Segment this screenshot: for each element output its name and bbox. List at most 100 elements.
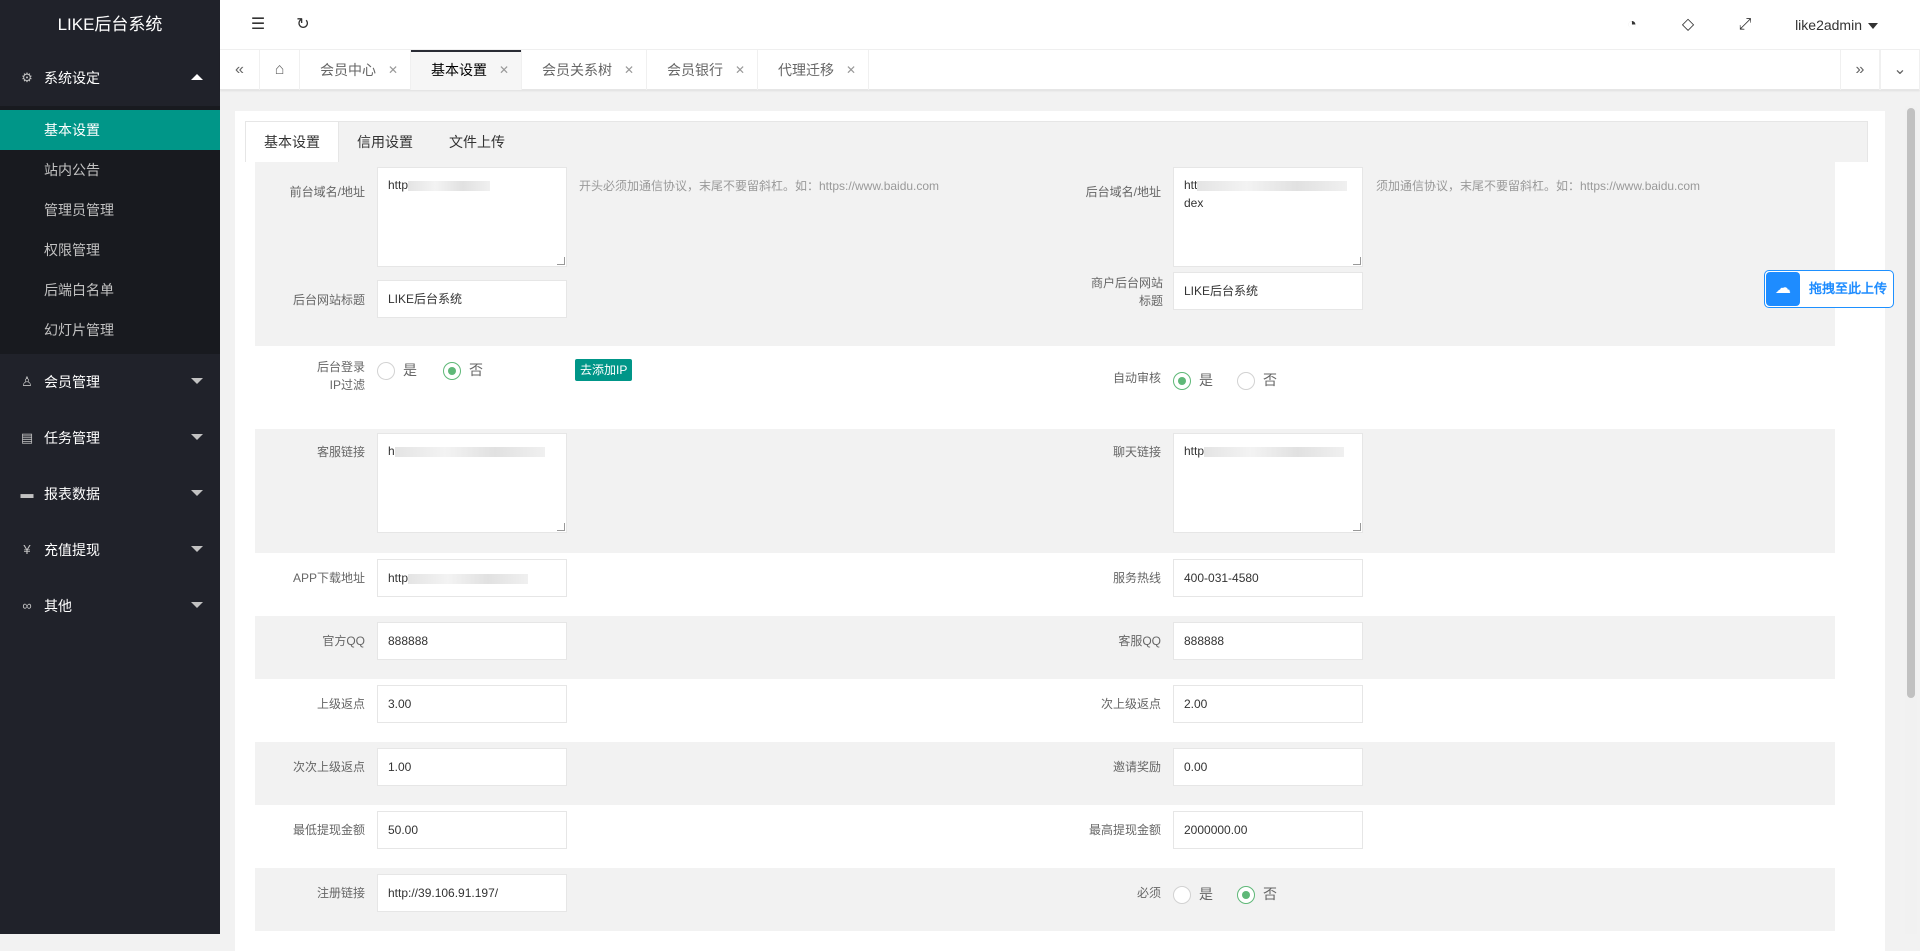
max-withdraw-input[interactable]: 2000000.00 — [1173, 811, 1363, 849]
third-rebate-label: 次次上级返点 — [292, 760, 365, 774]
tabs: 会员中心 ✕ 基本设置 ✕ 会员关系树 ✕ 会员银行 ✕ 代理迁移 ✕ — [300, 50, 869, 90]
sidebar-item-permissions[interactable]: 权限管理 — [0, 230, 220, 270]
second-rebate-input[interactable]: 2.00 — [1173, 685, 1363, 723]
frontend-domain-textarea[interactable]: http — [377, 167, 567, 267]
app-logo: LIKE后台系统 — [0, 0, 220, 50]
resize-handle-icon[interactable] — [1353, 523, 1361, 531]
close-icon[interactable]: ✕ — [388, 50, 398, 90]
resize-handle-icon[interactable] — [557, 257, 565, 265]
upper-rebate-input[interactable]: 3.00 — [377, 685, 567, 723]
sidebar-item-basic-settings[interactable]: 基本设置 — [0, 110, 220, 150]
sidebar-group-reports[interactable]: ▬ 报表数据 — [0, 466, 220, 522]
scrollbar-thumb[interactable] — [1907, 108, 1915, 698]
tab-member-tree[interactable]: 会员关系树 ✕ — [522, 50, 647, 90]
tab-basic-settings[interactable]: 基本设置 ✕ — [411, 50, 522, 90]
redacted-blur — [1204, 446, 1345, 457]
sidebar-submenu: 基本设置 站内公告 管理员管理 权限管理 后端白名单 幻灯片管理 — [0, 106, 220, 354]
redacted-blur — [394, 446, 545, 457]
content-area: 基本设置 信用设置 文件上传 前台域名/地址 http 开头必须加通信协议，末尾… — [220, 91, 1920, 951]
fullscreen-icon[interactable]: ⤢ — [1730, 0, 1760, 50]
theme-icon[interactable]: ◔ — [1617, 0, 1647, 50]
sidebar-group-label: 会员管理 — [44, 374, 100, 390]
app-download-input[interactable]: http — [377, 559, 567, 597]
resize-handle-icon[interactable] — [1353, 257, 1361, 265]
required-yes-radio[interactable]: 是 — [1173, 884, 1213, 905]
required-no-radio[interactable]: 否 — [1237, 884, 1277, 905]
tab-label: 会员关系树 — [542, 62, 612, 78]
chevron-down-icon — [191, 602, 203, 608]
close-icon[interactable]: ✕ — [624, 50, 634, 90]
service-link-value: h — [388, 444, 395, 458]
min-withdraw-input[interactable]: 50.00 — [377, 811, 567, 849]
resize-handle-icon[interactable] — [557, 523, 565, 531]
chevron-down-icon — [191, 378, 203, 384]
form-row: APP下载地址 http 服务热线 400-031-4580 — [255, 553, 1835, 616]
sidebar-group-recharge-withdraw[interactable]: ¥ 充值提现 — [0, 522, 220, 578]
add-ip-button[interactable]: 去添加IP — [575, 359, 633, 381]
home-icon[interactable]: ⌂ — [260, 50, 300, 90]
tabs-menu-chevron-down-icon[interactable]: ⌄ — [1880, 50, 1920, 90]
page-scrollbar[interactable] — [1905, 106, 1917, 934]
radio-label: 否 — [1263, 886, 1277, 902]
frontend-domain-label: 前台域名/地址 — [289, 185, 365, 199]
close-icon[interactable]: ✕ — [499, 50, 509, 90]
close-icon[interactable]: ✕ — [846, 50, 856, 90]
radio-label: 否 — [469, 362, 483, 378]
main-area: ☰ ↻ ◔ ◇ ⤢ like2admin « ⌂ 会员中心 ✕ 基本设置 ✕ 会员关… — [220, 0, 1920, 951]
tab-member-bank[interactable]: 会员银行 ✕ — [647, 50, 758, 90]
frontend-domain-value: http — [388, 178, 409, 192]
backend-domain-textarea[interactable]: htt dex — [1173, 167, 1363, 267]
sidebar-item-backend-whitelist[interactable]: 后端白名单 — [0, 270, 220, 310]
refresh-icon[interactable]: ↻ — [288, 0, 318, 50]
sidebar-item-announcements[interactable]: 站内公告 — [0, 150, 220, 190]
settings-form: 前台域名/地址 http 开头必须加通信协议，末尾不要留斜杠。如：https:/… — [245, 162, 1868, 931]
invite-reward-input[interactable]: 0.00 — [1173, 748, 1363, 786]
backend-domain-value-line2: dex — [1184, 196, 1204, 210]
tabs-scroll-left-icon[interactable]: « — [220, 50, 260, 90]
form-row: 前台域名/地址 http 开头必须加通信协议，末尾不要留斜杠。如：https:/… — [255, 162, 1835, 274]
auto-review-label: 自动审核 — [1112, 371, 1161, 385]
ip-filter-label: 后台登录IP过滤 — [316, 360, 365, 392]
ip-filter-yes-radio[interactable]: 是 — [377, 360, 417, 381]
ip-filter-no-radio[interactable]: 否 — [443, 360, 483, 381]
sidebar-group-other[interactable]: ∞ 其他 — [0, 578, 220, 634]
sidebar-group-system-settings[interactable]: ⚙ 系统设定 — [0, 50, 220, 106]
third-rebate-input[interactable]: 1.00 — [377, 748, 567, 786]
auto-review-no-radio[interactable]: 否 — [1237, 370, 1277, 391]
sidebar-group-members[interactable]: ♙ 会员管理 — [0, 354, 220, 410]
radio-circle — [1173, 886, 1191, 905]
chat-link-value: http — [1184, 444, 1205, 458]
tabs-scroll-right-icon[interactable]: » — [1840, 50, 1880, 90]
tab-file-upload[interactable]: 文件上传 — [431, 122, 523, 162]
user-menu[interactable]: like2admin — [1795, 0, 1878, 50]
gear-icon: ⚙ — [21, 70, 33, 85]
tag-icon[interactable]: ◇ — [1673, 0, 1703, 50]
cloud-upload-icon: ☁ — [1766, 272, 1800, 306]
form-row: 次次上级返点 1.00 邀请奖励 0.00 — [255, 742, 1835, 805]
max-withdraw-label: 最高提现金额 — [1088, 823, 1161, 837]
drag-upload-widget[interactable]: ☁ 拖拽至此上传 — [1764, 270, 1894, 308]
hotline-input[interactable]: 400-031-4580 — [1173, 559, 1363, 597]
sidebar-item-admin-management[interactable]: 管理员管理 — [0, 190, 220, 230]
chat-link-textarea[interactable]: http — [1173, 433, 1363, 533]
sidebar-group-tasks[interactable]: ▤ 任务管理 — [0, 410, 220, 466]
sidebar-item-slides[interactable]: 幻灯片管理 — [0, 310, 220, 350]
register-link-input[interactable]: http://39.106.91.197/ — [377, 874, 567, 912]
merchant-title-input[interactable]: LIKE后台系统 — [1173, 272, 1363, 310]
close-icon[interactable]: ✕ — [735, 50, 745, 90]
form-row: 客服链接 h 聊天链接 http — [255, 429, 1835, 553]
tab-member-center[interactable]: 会员中心 ✕ — [300, 50, 411, 90]
tab-credit[interactable]: 信用设置 — [339, 122, 431, 162]
tab-basic[interactable]: 基本设置 — [246, 122, 339, 163]
yen-icon: ¥ — [23, 542, 31, 557]
caret-down-icon — [1868, 23, 1878, 30]
official-qq-input[interactable]: 888888 — [377, 622, 567, 660]
sidebar-group-label: 报表数据 — [44, 486, 100, 502]
service-link-textarea[interactable]: h — [377, 433, 567, 533]
top-header: ☰ ↻ ◔ ◇ ⤢ like2admin — [220, 0, 1920, 50]
service-qq-input[interactable]: 888888 — [1173, 622, 1363, 660]
backend-title-input[interactable]: LIKE后台系统 — [377, 280, 567, 318]
auto-review-yes-radio[interactable]: 是 — [1173, 370, 1213, 391]
menu-toggle-icon[interactable]: ☰ — [243, 0, 273, 50]
tab-agent-migration[interactable]: 代理迁移 ✕ — [758, 50, 869, 90]
